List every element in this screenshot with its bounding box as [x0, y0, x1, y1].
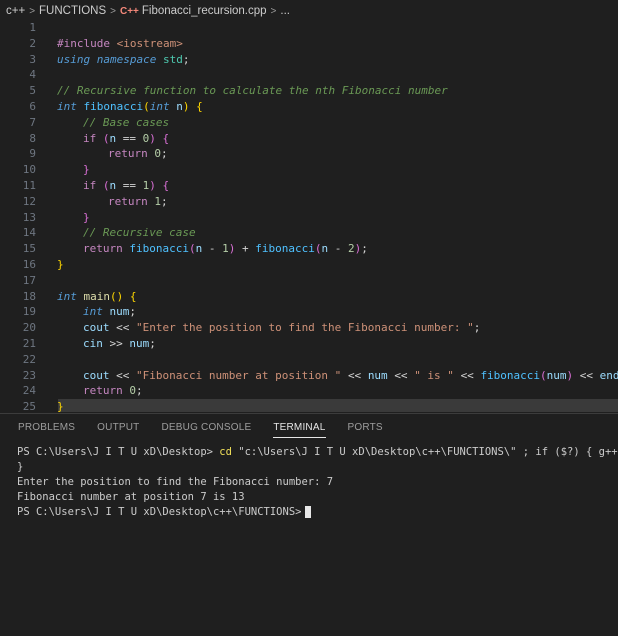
code-line[interactable]: cout << "Enter the position to find the …	[83, 320, 480, 336]
line-number: 13	[22, 210, 36, 224]
breadcrumb-root[interactable]: c++	[6, 5, 25, 17]
chevron-right-icon: >	[110, 5, 116, 17]
terminal-command-path: "c:\Users\J I T U xD\Desktop\c++\FUNCTIO…	[231, 446, 517, 458]
line-number: 1	[29, 21, 36, 34]
line-number: 11	[22, 179, 36, 192]
terminal-line: PS C:\Users\J I T U xD\Desktop> cd "c:\U…	[17, 445, 618, 460]
tab-ports[interactable]: PORTS	[348, 414, 383, 442]
code-comment[interactable]: // Base cases	[83, 115, 169, 131]
code-comment[interactable]: // Recursive function to calculate the n…	[57, 83, 448, 99]
tab-problems[interactable]: PROBLEMS	[18, 414, 75, 442]
panel-tab-bar: PROBLEMS OUTPUT DEBUG CONSOLE TERMINAL P…	[0, 414, 618, 442]
code-line[interactable]: cout << "Fibonacci number at position " …	[83, 368, 618, 384]
line-number: 6	[29, 100, 36, 113]
line-number: 16	[22, 258, 36, 271]
line-number: 20	[22, 321, 36, 335]
terminal-command-rest: ; if ($?) { g++ Fibonacci_recursion.cpp …	[522, 446, 618, 458]
line-number: 19	[22, 305, 36, 319]
line-number: 15	[22, 242, 36, 256]
terminal-line: Enter the position to find the Fibonacci…	[17, 476, 334, 488]
tab-output[interactable]: OUTPUT	[97, 414, 139, 442]
terminal[interactable]: PS C:\Users\J I T U xD\Desktop> cd "c:\U…	[17, 445, 618, 520]
chevron-right-icon: >	[29, 5, 36, 17]
line-number: 5	[29, 84, 36, 98]
code-line[interactable]: }	[57, 399, 64, 413]
line-number: 25	[22, 400, 36, 413]
line-number: 9	[29, 147, 36, 161]
code-line[interactable]: }	[83, 210, 90, 226]
code-line[interactable]: }	[83, 162, 90, 178]
code-line[interactable]: return 0;	[83, 383, 143, 399]
code-line[interactable]: return 0;	[108, 146, 168, 162]
code-editor[interactable]: 1 #include <iostream> 2 using namespace …	[0, 20, 618, 413]
breadcrumb-folder[interactable]: FUNCTIONS	[39, 5, 106, 17]
line-number: 12	[22, 194, 36, 208]
terminal-line: }	[17, 461, 24, 473]
code-comment[interactable]: // Recursive case	[83, 225, 196, 241]
line-number: 10	[22, 163, 36, 177]
breadcrumb: c++ > FUNCTIONS > C++ Fibonacci_recursio…	[0, 0, 618, 22]
line-number: 22	[22, 352, 36, 366]
code-line[interactable]: if (n == 1) {	[83, 178, 169, 194]
code-line[interactable]: return fibonacci(n - 1) + fibonacci(n - …	[83, 241, 368, 257]
terminal-command: cd	[219, 446, 232, 458]
line-number: 23	[22, 368, 36, 382]
terminal-line: PS C:\Users\J I T U xD\Desktop\c++\FUNCT…	[17, 505, 618, 520]
line-number: 14	[22, 226, 36, 240]
tab-terminal[interactable]: TERMINAL	[273, 414, 326, 442]
cpp-file-icon: C++	[119, 5, 139, 17]
code-line[interactable]: #include <iostream>	[57, 36, 183, 52]
line-number: 4	[29, 68, 36, 82]
code-line[interactable]: int num;	[83, 304, 136, 320]
line-number: 8	[29, 131, 36, 145]
line-number: 3	[29, 52, 36, 66]
line-number: 7	[29, 115, 36, 129]
code-line[interactable]: using namespace std;	[57, 52, 189, 68]
line-number: 24	[22, 384, 36, 398]
line-number: 17	[22, 273, 36, 287]
terminal-cursor[interactable]	[305, 506, 312, 518]
terminal-line: Fibonacci number at position 7 is 13	[17, 491, 245, 503]
code-line[interactable]: cin >> num;	[83, 336, 156, 352]
breadcrumb-trail[interactable]: ...	[280, 5, 290, 17]
tab-debug-console[interactable]: DEBUG CONSOLE	[161, 414, 251, 442]
breadcrumb-file[interactable]: Fibonacci_recursion.cpp	[142, 5, 267, 17]
terminal-prompt: PS C:\Users\J I T U xD\Desktop>	[17, 446, 220, 458]
code-line[interactable]: if (n == 0) {	[83, 131, 169, 147]
line-number: 2	[29, 36, 36, 50]
line-number: 21	[22, 337, 36, 350]
code-line[interactable]: int fibonacci(int n) {	[57, 99, 203, 115]
line-number: 18	[22, 289, 36, 303]
code-line[interactable]: return 1;	[108, 194, 168, 210]
terminal-prompt: PS C:\Users\J I T U xD\Desktop\c++\FUNCT…	[17, 506, 302, 518]
code-line[interactable]: }	[57, 257, 64, 273]
current-line-highlight	[58, 399, 618, 412]
code-line[interactable]: int main() {	[57, 289, 137, 305]
chevron-right-icon: >	[270, 5, 277, 17]
